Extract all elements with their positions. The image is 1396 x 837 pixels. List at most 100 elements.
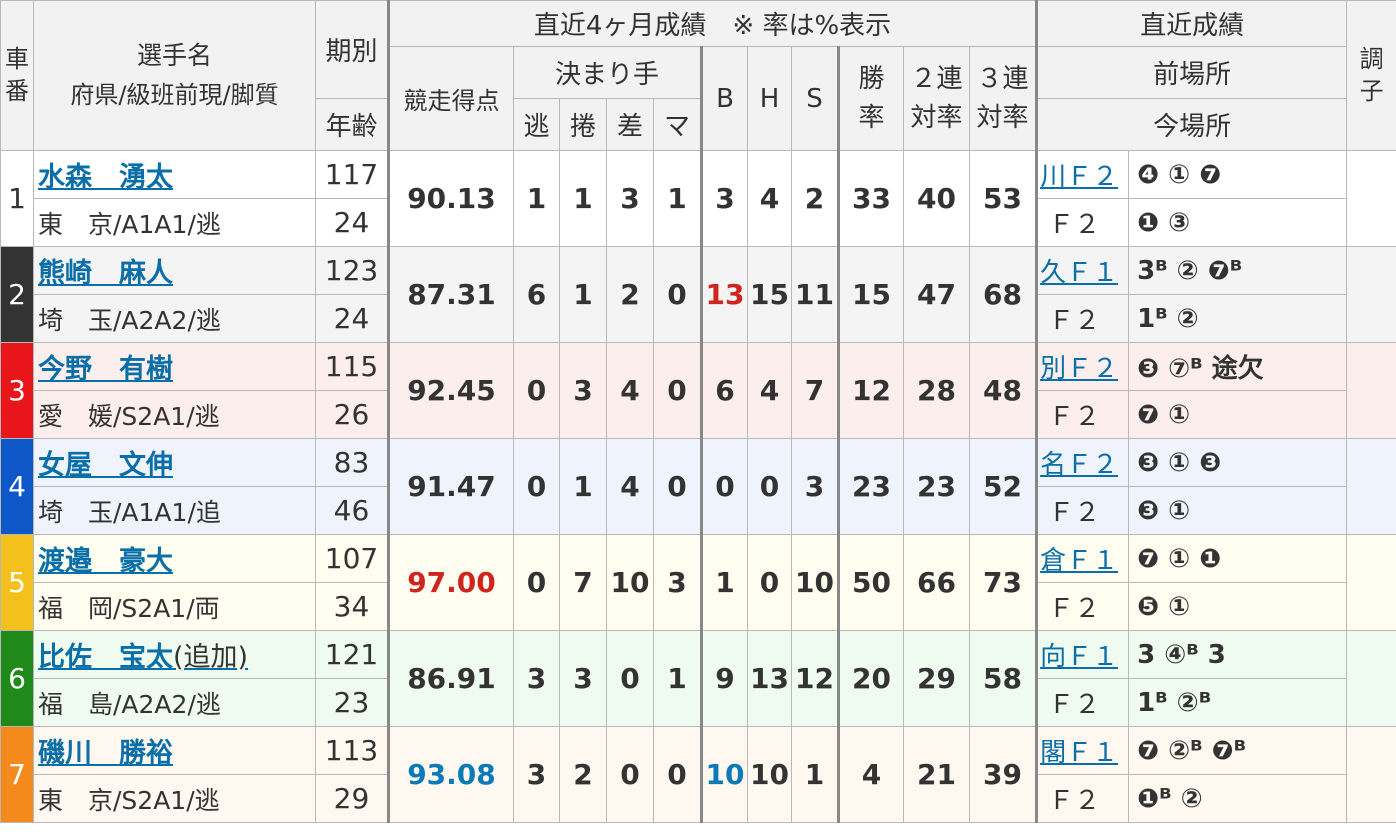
- age: 29: [315, 774, 389, 823]
- rider-name-link[interactable]: 女屋 文伸: [33, 438, 316, 487]
- rider-name[interactable]: 磯川 勝裕: [38, 738, 173, 769]
- win-rate: 4: [838, 726, 904, 823]
- header-rentai3: ３連対率: [968, 46, 1039, 151]
- nige: 3: [513, 726, 560, 823]
- this-results: ❺ ①: [1128, 582, 1348, 631]
- rider-name[interactable]: 水森 湧太: [38, 162, 173, 193]
- rider-name[interactable]: 比佐 宝太: [38, 642, 173, 673]
- rider-name-link[interactable]: 磯川 勝裕: [33, 726, 316, 775]
- nige: 3: [513, 630, 560, 727]
- prev-results: 3ᴮ ② ❼ᴮ: [1128, 246, 1348, 295]
- prev-venue-link[interactable]: 向Ｆ１: [1036, 630, 1130, 679]
- rider-name[interactable]: 今野 有樹: [38, 354, 173, 385]
- score: 92.45: [387, 342, 514, 439]
- nige: 0: [513, 438, 560, 535]
- makuri: 2: [559, 726, 607, 823]
- rider-name-link[interactable]: 比佐 宝太(追加): [33, 630, 316, 679]
- header-term: 期別: [315, 0, 389, 99]
- header-condition: 調子: [1346, 0, 1396, 151]
- rentai2-rate: 23: [903, 438, 970, 535]
- rentai3-rate: 39: [968, 726, 1039, 823]
- sashi: 3: [606, 150, 654, 247]
- mark: 0: [653, 246, 703, 343]
- term: 123: [315, 246, 389, 295]
- this-results: ❶ᴮ ②: [1128, 774, 1348, 823]
- rentai2-rate: 47: [903, 246, 970, 343]
- b-count: 1: [701, 534, 748, 631]
- sashi: 0: [606, 726, 654, 823]
- header-name-pref: 選手名 府県/級班前現/脚質: [33, 0, 316, 151]
- score: 87.31: [387, 246, 514, 343]
- rider-name[interactable]: 熊崎 麻人: [38, 258, 173, 289]
- age: 26: [315, 390, 389, 439]
- this-venue: Ｆ２: [1036, 486, 1130, 535]
- this-results: ❼ ①: [1128, 390, 1348, 439]
- header-pref-class: 府県/級班前現/脚質: [70, 81, 279, 110]
- this-venue: Ｆ２: [1036, 774, 1130, 823]
- header-recent4: 直近4ヶ月成績 ※ 率は%表示: [386, 0, 1039, 47]
- rentai2-rate: 66: [903, 534, 970, 631]
- mark: 1: [653, 630, 703, 727]
- header-this-venue: 今場所: [1036, 98, 1348, 151]
- this-results: ❶ ③: [1128, 198, 1348, 247]
- mark: 3: [653, 534, 703, 631]
- car-number: 6: [0, 630, 34, 727]
- condition-cell: [1346, 726, 1396, 823]
- header-win: 勝率: [838, 46, 904, 151]
- term: 121: [315, 630, 389, 679]
- header-makuri: 捲: [559, 98, 607, 151]
- condition-cell: [1346, 534, 1396, 631]
- header-score: 競走得点: [387, 46, 514, 151]
- rider-name-link[interactable]: 渡邉 豪大: [33, 534, 316, 583]
- sashi: 0: [606, 630, 654, 727]
- rider-row: 5 渡邉 豪大 107 97.00 0 7 10 3 1 0 10 50 66 73 倉Ｆ１ ❼ ① ❶: [0, 534, 1396, 631]
- makuri: 7: [559, 534, 607, 631]
- rentai2-rate: 28: [903, 342, 970, 439]
- pref-class: 愛 媛/S2A1/逃: [33, 390, 316, 439]
- pref-class: 埼 玉/A2A2/逃: [33, 294, 316, 343]
- prev-venue-link[interactable]: 名Ｆ２: [1036, 438, 1130, 487]
- rentai3-rate: 73: [968, 534, 1039, 631]
- prev-venue-link[interactable]: 久Ｆ１: [1036, 246, 1130, 295]
- sashi: 10: [606, 534, 654, 631]
- rentai3-rate: 53: [968, 150, 1039, 247]
- prev-venue-link[interactable]: 別Ｆ２: [1036, 342, 1130, 391]
- condition-cell: [1346, 630, 1396, 727]
- rider-name[interactable]: 渡邉 豪大: [38, 546, 173, 577]
- this-venue: Ｆ２: [1036, 678, 1130, 727]
- s-count: 1: [791, 726, 840, 823]
- s-count: 10: [791, 534, 840, 631]
- term: 113: [315, 726, 389, 775]
- rider-name-link[interactable]: 水森 湧太: [33, 150, 316, 199]
- rentai3-rate: 58: [968, 630, 1039, 727]
- s-count: 3: [791, 438, 840, 535]
- pref-class: 福 島/A2A2/逃: [33, 678, 316, 727]
- term: 115: [315, 342, 389, 391]
- makuri: 3: [559, 630, 607, 727]
- b-count: 9: [701, 630, 748, 727]
- prev-venue-link[interactable]: 川Ｆ２: [1036, 150, 1130, 199]
- age: 23: [315, 678, 389, 727]
- term: 83: [315, 438, 389, 487]
- prev-venue-link[interactable]: 倉Ｆ１: [1036, 534, 1130, 583]
- prev-venue-link[interactable]: 閣Ｆ１: [1036, 726, 1130, 775]
- rider-name-link[interactable]: 今野 有樹: [33, 342, 316, 391]
- rider-name-link[interactable]: 熊崎 麻人: [33, 246, 316, 295]
- s-count: 11: [791, 246, 840, 343]
- rentai2-rate: 29: [903, 630, 970, 727]
- rentai3-rate: 68: [968, 246, 1039, 343]
- rider-name[interactable]: 女屋 文伸: [38, 450, 173, 481]
- makuri: 1: [559, 246, 607, 343]
- rider-row: 6 比佐 宝太(追加) 121 86.91 3 3 0 1 9 13 12 20 29 58 向Ｆ１ 3 ④ᴮ…: [0, 630, 1396, 727]
- condition-cell: [1346, 342, 1396, 439]
- sashi: 4: [606, 342, 654, 439]
- nige: 0: [513, 534, 560, 631]
- rentai3-rate: 48: [968, 342, 1039, 439]
- score: 97.00: [387, 534, 514, 631]
- this-results: 1ᴮ ②ᴮ: [1128, 678, 1348, 727]
- pref-class: 東 京/A1A1/逃: [33, 198, 316, 247]
- b-count: 13: [701, 246, 748, 343]
- score: 91.47: [387, 438, 514, 535]
- header-car-no: 車番: [0, 0, 34, 151]
- header-rentai2: ２連対率: [903, 46, 970, 151]
